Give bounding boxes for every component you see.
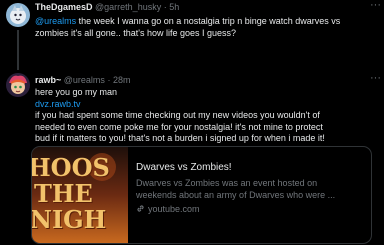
timestamp[interactable]: 5h xyxy=(169,2,179,12)
timestamp[interactable]: 28m xyxy=(113,75,131,85)
handle[interactable]: @garreth_husky xyxy=(95,2,161,12)
handle[interactable]: @urealms xyxy=(64,75,105,85)
separator: · xyxy=(163,2,167,12)
tweet-header: TheDgamesD @garreth_husky · 5h xyxy=(35,2,179,14)
card-domain: youtube.com xyxy=(136,204,366,217)
avatar-thedgamesd[interactable] xyxy=(6,3,30,27)
tweet-text: @urealms the week I wanna go on a nostal… xyxy=(35,16,341,38)
thumbnail-text: NIGH xyxy=(32,205,107,234)
more-options-icon[interactable]: ··· xyxy=(370,0,381,12)
tweet-header: rawb~ @urealms · 28m xyxy=(35,75,130,87)
link-icon xyxy=(136,204,145,217)
shared-link[interactable]: dvz.rawb.tv xyxy=(35,99,380,111)
link-preview-card[interactable]: HOOS THE NIGH Dwarves vs Zombies! Dwarve… xyxy=(31,146,372,244)
tweet-text: here you go my man dvz.rawb.tv if you ha… xyxy=(35,87,380,145)
card-thumbnail: HOOS THE NIGH xyxy=(32,147,128,243)
card-description: Dwarves vs Zombies was an event hosted o… xyxy=(136,177,336,200)
more-options-icon[interactable]: ··· xyxy=(370,72,381,85)
mention-link[interactable]: @urealms xyxy=(35,16,76,26)
card-title: Dwarves vs Zombies! xyxy=(136,162,232,173)
thumbnail-text: HOOS xyxy=(32,153,110,182)
tweet-1[interactable]: TheDgamesD @garreth_husky · 5h ··· @urea… xyxy=(0,0,384,70)
display-name[interactable]: TheDgamesD xyxy=(35,2,93,12)
avatar-rawb[interactable] xyxy=(6,73,30,97)
thumbnail-text: THE xyxy=(34,179,93,208)
card-body: Dwarves vs Zombies! Dwarves vs Zombies w… xyxy=(136,162,366,216)
separator: · xyxy=(107,75,111,85)
thread-connector-top xyxy=(17,62,19,68)
display-name[interactable]: rawb~ xyxy=(35,75,61,85)
